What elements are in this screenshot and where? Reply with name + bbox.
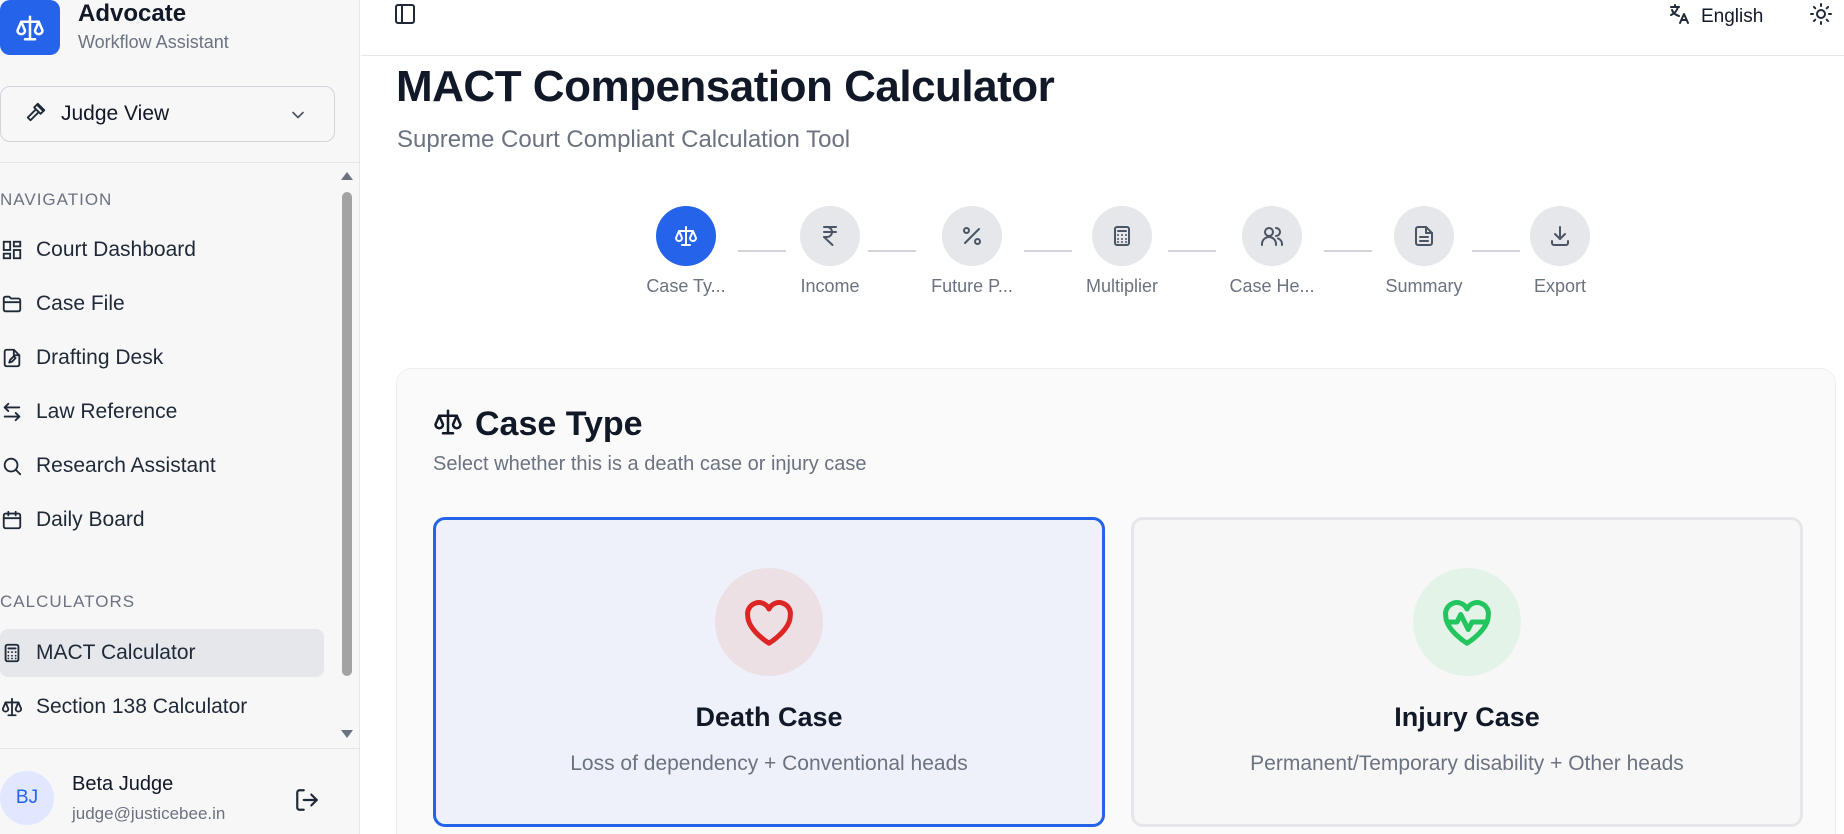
language-selector[interactable]: English [1667, 2, 1763, 31]
sidebar: Advocate Workflow Assistant Judge View N… [0, 0, 360, 834]
step-label: Case Ty... [646, 276, 726, 296]
logout-icon[interactable] [294, 787, 320, 818]
scale-icon [433, 407, 463, 442]
chevron-down-icon [288, 105, 308, 130]
step-label: Future P... [931, 276, 1013, 296]
sidebar-item-research-assistant[interactable]: Research Assistant [0, 442, 324, 490]
topbar: English [361, 0, 1844, 56]
role-select[interactable]: Judge View [0, 86, 335, 142]
sidebar-item-daily-board[interactable]: Daily Board [0, 496, 324, 544]
option-description: Permanent/Temporary disability + Other h… [1250, 752, 1684, 775]
death-case-option[interactable]: Death Case Loss of dependency + Conventi… [433, 517, 1105, 827]
download-icon [1530, 206, 1590, 266]
sidebar-item-drafting-desk[interactable]: Drafting Desk [0, 334, 324, 382]
user-panel: BJ Beta Judge judge@justicebee.in [0, 748, 360, 834]
scroll-up-icon [341, 172, 353, 180]
calculators-section-label: CALCULATORS [0, 592, 136, 611]
sidebar-item-label: MACT Calculator [36, 641, 196, 664]
file-edit-icon [0, 346, 24, 370]
sidebar-toggle-icon[interactable] [393, 2, 417, 31]
page-title: MACT Compensation Calculator [396, 62, 1055, 111]
sidebar-item-label: Section 138 Calculator [36, 695, 248, 718]
arrows-icon [0, 400, 24, 424]
brand-title: Advocate [78, 0, 187, 27]
sidebar-item-label: Research Assistant [36, 454, 216, 477]
sidebar-item-mact-calculator[interactable]: MACT Calculator [0, 629, 324, 677]
document-icon [1394, 206, 1454, 266]
step-label: Income [800, 276, 860, 296]
scale-icon [656, 206, 716, 266]
sidebar-item-law-reference[interactable]: Law Reference [0, 388, 324, 436]
step-label: Summary [1385, 276, 1463, 296]
sidebar-item-section-138-calculator[interactable]: Section 138 Calculator [0, 683, 324, 731]
calculator-icon [1092, 206, 1152, 266]
scroll-thumb[interactable] [342, 192, 352, 676]
search-icon [0, 454, 24, 478]
dashboard-icon [0, 238, 24, 262]
scroll-down-icon [341, 730, 353, 738]
step-summary[interactable]: Summary [1364, 206, 1484, 297]
sun-icon[interactable] [1809, 2, 1833, 31]
card-title: Case Type [475, 405, 643, 443]
user-email: judge@justicebee.in [72, 804, 226, 823]
injury-case-option[interactable]: Injury Case Permanent/Temporary disabili… [1131, 517, 1803, 827]
language-label: English [1701, 5, 1764, 27]
rupee-icon [800, 206, 860, 266]
calculator-icon [0, 641, 24, 665]
translate-icon [1667, 2, 1691, 31]
option-description: Loss of dependency + Conventional heads [570, 752, 968, 775]
percent-icon [942, 206, 1002, 266]
brand: Advocate Workflow Assistant [0, 0, 360, 70]
gavel-icon [25, 101, 47, 128]
calendar-icon [0, 508, 24, 532]
card-header: Case Type [433, 405, 643, 444]
sidebar-item-label: Law Reference [36, 400, 178, 423]
users-icon [1242, 206, 1302, 266]
role-select-value: Judge View [61, 102, 170, 125]
user-name: Beta Judge [72, 773, 174, 795]
avatar: BJ [0, 771, 54, 825]
sidebar-item-label: Drafting Desk [36, 346, 164, 369]
case-type-card: Case Type Select whether this is a death… [396, 368, 1836, 834]
option-title: Injury Case [1394, 702, 1540, 732]
sidebar-item-case-file[interactable]: Case File [0, 280, 324, 328]
step-label: Multiplier [1085, 276, 1159, 296]
divider [0, 162, 360, 163]
nav-section-label: NAVIGATION [0, 190, 113, 209]
sidebar-item-label: Case File [36, 292, 125, 315]
step-multiplier[interactable]: Multiplier [1062, 206, 1182, 297]
scale-icon [0, 0, 60, 55]
heart-pulse-icon [1413, 568, 1521, 676]
step-case-type[interactable]: Case Ty... [626, 206, 746, 297]
step-label: Export [1533, 276, 1587, 296]
app-root: Advocate Workflow Assistant Judge View N… [0, 0, 1844, 834]
sidebar-item-label: Daily Board [36, 508, 145, 531]
step-income[interactable]: Income [770, 206, 890, 297]
heart-icon [715, 568, 823, 676]
page-subtitle: Supreme Court Compliant Calculation Tool [397, 126, 851, 153]
scale-icon [0, 695, 24, 719]
sidebar-item-label: Court Dashboard [36, 238, 196, 261]
step-future-prospects[interactable]: Future P... [912, 206, 1032, 297]
sidebar-item-court-dashboard[interactable]: Court Dashboard [0, 226, 324, 274]
step-case-heads[interactable]: Case He... [1212, 206, 1332, 297]
step-label: Case He... [1229, 276, 1315, 296]
card-description: Select whether this is a death case or i… [433, 453, 867, 475]
brand-subtitle: Workflow Assistant [78, 32, 229, 52]
sidebar-scrollbar[interactable] [338, 168, 356, 748]
folder-icon [0, 292, 24, 316]
step-export[interactable]: Export [1500, 206, 1620, 297]
option-title: Death Case [695, 702, 843, 732]
